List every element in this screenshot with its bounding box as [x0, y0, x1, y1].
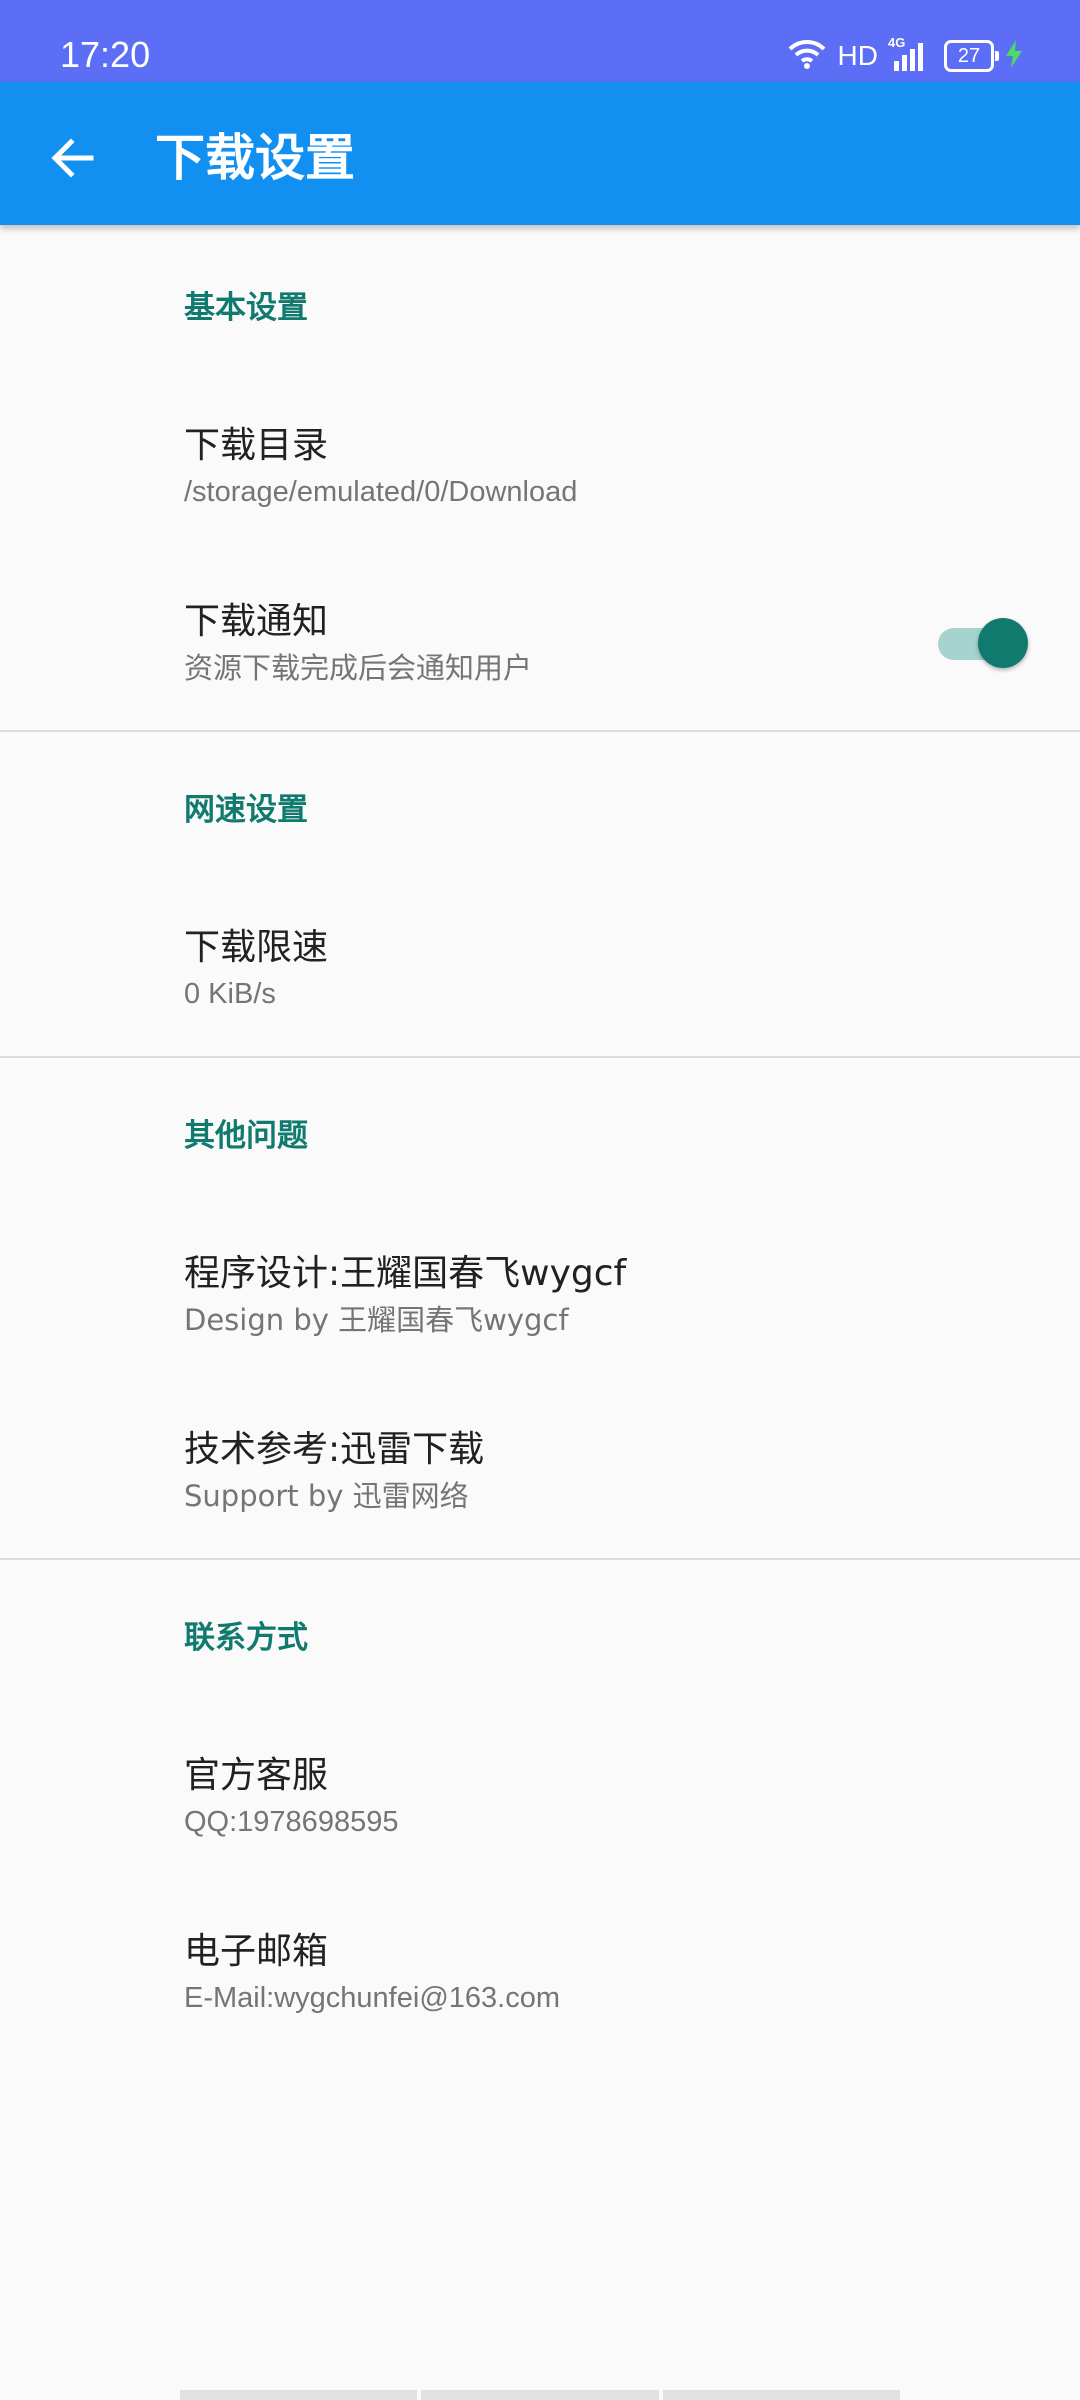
pref-summary: /storage/emulated/0/Download: [184, 476, 578, 508]
pref-title: 下载限速: [184, 927, 329, 968]
notification-toggle[interactable]: [938, 616, 1028, 668]
category-title: 网速设置: [0, 732, 1080, 880]
pref-title: 技术参考:迅雷下载: [184, 1429, 485, 1470]
pref-title: 官方客服: [184, 1755, 329, 1796]
nav-handle-segment: [662, 2390, 900, 2400]
pref-title: 下载目录: [184, 425, 329, 466]
category-title-text: 网速设置: [184, 792, 308, 828]
category-title-text: 联系方式: [184, 1620, 308, 1656]
category-title-text: 其他问题: [184, 1118, 308, 1154]
signal-icon: 4G: [888, 35, 926, 71]
switch-thumb: [978, 618, 1028, 668]
nav-handle-segment: [180, 2390, 418, 2400]
pref-title: 程序设计:王耀国春飞wygcf: [184, 1253, 627, 1294]
pref-summary: E-Mail:wygchunfei@163.com: [184, 1982, 560, 2014]
category-title: 其他问题: [0, 1058, 1080, 1206]
category-contact: 联系方式 官方客服 QQ:1978698595 电子邮箱 E-Mail:wygc…: [0, 1560, 1080, 2060]
signal-label: 4G: [888, 35, 906, 50]
pref-title: 电子邮箱: [184, 1931, 329, 1972]
app-bar: 下载设置: [0, 82, 1080, 225]
pref-speed-limit[interactable]: 下载限速 0 KiB/s: [0, 880, 1080, 1056]
pref-download-notification[interactable]: 下载通知 资源下载完成后会通知用户: [0, 554, 1080, 730]
arrow-left-icon: [49, 135, 95, 185]
pref-summary: 资源下载完成后会通知用户: [184, 651, 533, 685]
pref-download-directory[interactable]: 下载目录 /storage/emulated/0/Download: [0, 378, 1080, 554]
category-basic: 基本设置 下载目录 /storage/emulated/0/Download 下…: [0, 230, 1080, 732]
back-button[interactable]: [32, 120, 112, 200]
status-icons: HD 4G 27: [788, 32, 1022, 80]
category-title-text: 基本设置: [184, 290, 308, 326]
settings-list: 基本设置 下载目录 /storage/emulated/0/Download 下…: [0, 230, 1080, 2060]
battery-icon: 27: [944, 40, 999, 72]
pref-summary: 0 KiB/s: [184, 978, 276, 1010]
category-other: 其他问题 程序设计:王耀国春飞wygcf Design by 王耀国春飞wygc…: [0, 1058, 1080, 1560]
pref-email[interactable]: 电子邮箱 E-Mail:wygchunfei@163.com: [0, 1884, 1080, 2060]
pref-summary: QQ:1978698595: [184, 1806, 399, 1838]
page-title: 下载设置: [155, 129, 355, 187]
category-network-speed: 网速设置 下载限速 0 KiB/s: [0, 732, 1080, 1058]
pref-customer-service[interactable]: 官方客服 QQ:1978698595: [0, 1708, 1080, 1884]
pref-tech-reference[interactable]: 技术参考:迅雷下载 Support by 迅雷网络: [0, 1382, 1080, 1558]
navigation-handle: [180, 2390, 900, 2400]
status-time: 17:20: [60, 34, 151, 75]
hd-label: HD: [837, 40, 878, 71]
pref-title: 下载通知: [184, 601, 329, 642]
status-bar: 17:20 HD 4G 27: [0, 0, 1080, 82]
pref-summary: Design by 王耀国春飞wygcf: [184, 1303, 569, 1337]
charging-icon: [1006, 40, 1022, 72]
nav-handle-segment: [421, 2390, 659, 2400]
category-title: 联系方式: [0, 1560, 1080, 1708]
pref-program-design[interactable]: 程序设计:王耀国春飞wygcf Design by 王耀国春飞wygcf: [0, 1206, 1080, 1382]
wifi-icon: [788, 39, 826, 73]
pref-summary: Support by 迅雷网络: [184, 1479, 469, 1513]
category-title: 基本设置: [0, 230, 1080, 378]
battery-level: 27: [957, 45, 981, 67]
